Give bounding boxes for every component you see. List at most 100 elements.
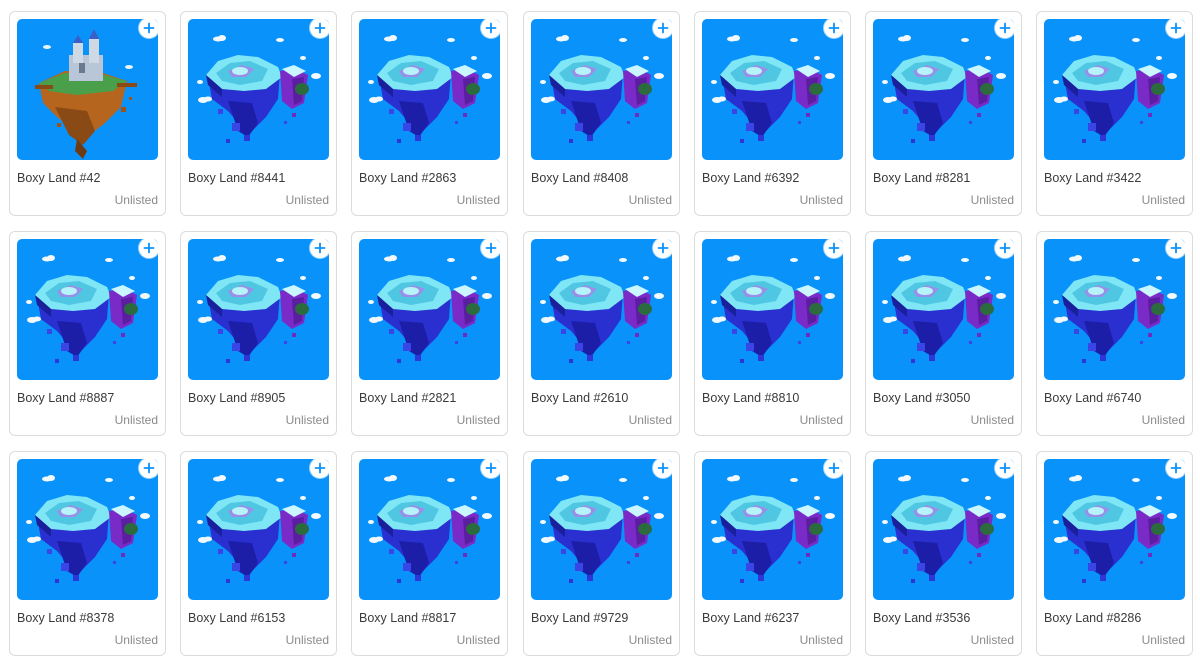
nft-card-10[interactable]: Boxy Land #2610 Unlisted (523, 231, 680, 436)
ice-island-artwork (1044, 239, 1185, 380)
add-to-collection-button[interactable] (1166, 238, 1186, 258)
add-to-collection-button[interactable] (824, 458, 844, 478)
add-to-collection-button[interactable] (481, 458, 501, 478)
nft-thumbnail[interactable] (188, 239, 329, 380)
nft-card-11[interactable]: Boxy Land #8810 Unlisted (694, 231, 851, 436)
nft-card-20[interactable]: Boxy Land #8286 Unlisted (1036, 451, 1193, 656)
nft-card-4[interactable]: Boxy Land #6392 Unlisted (694, 11, 851, 216)
add-to-collection-button[interactable] (139, 18, 159, 38)
nft-name: Boxy Land #2821 (359, 391, 457, 405)
nft-name: Boxy Land #2863 (359, 171, 457, 185)
nft-thumbnail[interactable] (702, 19, 843, 160)
nft-thumbnail[interactable] (188, 459, 329, 600)
nft-card-8[interactable]: Boxy Land #8905 Unlisted (180, 231, 337, 436)
add-to-collection-button[interactable] (310, 458, 330, 478)
listing-status: Unlisted (628, 193, 672, 207)
ice-island-artwork (188, 239, 329, 380)
nft-thumbnail[interactable] (1044, 19, 1185, 160)
add-to-collection-button[interactable] (653, 18, 673, 38)
nft-thumbnail[interactable] (359, 459, 500, 600)
nft-thumbnail[interactable] (17, 459, 158, 600)
add-to-collection-button[interactable] (995, 458, 1015, 478)
nft-thumbnail[interactable] (17, 19, 158, 160)
nft-thumbnail[interactable] (531, 459, 672, 600)
nft-thumbnail[interactable] (702, 459, 843, 600)
nft-thumbnail[interactable] (188, 19, 329, 160)
nft-name: Boxy Land #3536 (873, 611, 971, 625)
ice-island-artwork (531, 19, 672, 160)
add-to-collection-button[interactable] (995, 238, 1015, 258)
nft-name: Boxy Land #42 (17, 171, 101, 185)
plus-icon (143, 242, 155, 254)
nft-card-2[interactable]: Boxy Land #2863 Unlisted (351, 11, 508, 216)
plus-icon (999, 462, 1011, 474)
ice-island-artwork (359, 459, 500, 600)
nft-card-18[interactable]: Boxy Land #6237 Unlisted (694, 451, 851, 656)
listing-status: Unlisted (1141, 193, 1185, 207)
ice-island-artwork (359, 239, 500, 380)
listing-status: Unlisted (970, 413, 1014, 427)
nft-thumbnail[interactable] (1044, 459, 1185, 600)
nft-card-13[interactable]: Boxy Land #6740 Unlisted (1036, 231, 1193, 436)
add-to-collection-button[interactable] (310, 18, 330, 38)
nft-thumbnail[interactable] (359, 239, 500, 380)
plus-icon (143, 462, 155, 474)
nft-thumbnail[interactable] (873, 239, 1014, 380)
nft-name: Boxy Land #8378 (17, 611, 115, 625)
ice-island-artwork (531, 459, 672, 600)
ice-island-artwork (873, 19, 1014, 160)
nft-card-12[interactable]: Boxy Land #3050 Unlisted (865, 231, 1022, 436)
nft-card-9[interactable]: Boxy Land #2821 Unlisted (351, 231, 508, 436)
add-to-collection-button[interactable] (1166, 18, 1186, 38)
ice-island-artwork (188, 459, 329, 600)
listing-status: Unlisted (456, 633, 500, 647)
nft-thumbnail[interactable] (702, 239, 843, 380)
nft-card-15[interactable]: Boxy Land #6153 Unlisted (180, 451, 337, 656)
listing-status: Unlisted (799, 193, 843, 207)
nft-thumbnail[interactable] (531, 19, 672, 160)
add-to-collection-button[interactable] (310, 238, 330, 258)
nft-name: Boxy Land #3422 (1044, 171, 1142, 185)
add-to-collection-button[interactable] (995, 18, 1015, 38)
nft-card-1[interactable]: Boxy Land #8441 Unlisted (180, 11, 337, 216)
nft-card-6[interactable]: Boxy Land #3422 Unlisted (1036, 11, 1193, 216)
ice-island-artwork (873, 239, 1014, 380)
nft-card-16[interactable]: Boxy Land #8817 Unlisted (351, 451, 508, 656)
listing-status: Unlisted (456, 193, 500, 207)
nft-thumbnail[interactable] (1044, 239, 1185, 380)
nft-card-14[interactable]: Boxy Land #8378 Unlisted (9, 451, 166, 656)
nft-card-0[interactable]: Boxy Land #42 Unlisted (9, 11, 166, 216)
nft-thumbnail[interactable] (873, 19, 1014, 160)
nft-card-5[interactable]: Boxy Land #8281 Unlisted (865, 11, 1022, 216)
add-to-collection-button[interactable] (824, 18, 844, 38)
add-to-collection-button[interactable] (481, 18, 501, 38)
plus-icon (314, 242, 326, 254)
nft-thumbnail[interactable] (359, 19, 500, 160)
plus-icon (657, 22, 669, 34)
nft-name: Boxy Land #8905 (188, 391, 286, 405)
add-to-collection-button[interactable] (653, 458, 673, 478)
nft-card-17[interactable]: Boxy Land #9729 Unlisted (523, 451, 680, 656)
add-to-collection-button[interactable] (139, 238, 159, 258)
nft-card-19[interactable]: Boxy Land #3536 Unlisted (865, 451, 1022, 656)
add-to-collection-button[interactable] (139, 458, 159, 478)
listing-status: Unlisted (799, 413, 843, 427)
add-to-collection-button[interactable] (653, 238, 673, 258)
listing-status: Unlisted (1141, 633, 1185, 647)
add-to-collection-button[interactable] (481, 238, 501, 258)
plus-icon (828, 242, 840, 254)
nft-name: Boxy Land #2610 (531, 391, 629, 405)
plus-icon (657, 242, 669, 254)
nft-card-7[interactable]: Boxy Land #8887 Unlisted (9, 231, 166, 436)
ice-island-artwork (17, 239, 158, 380)
nft-card-3[interactable]: Boxy Land #8408 Unlisted (523, 11, 680, 216)
add-to-collection-button[interactable] (1166, 458, 1186, 478)
plus-icon (143, 22, 155, 34)
add-to-collection-button[interactable] (824, 238, 844, 258)
listing-status: Unlisted (285, 413, 329, 427)
plus-icon (1170, 462, 1182, 474)
nft-thumbnail[interactable] (531, 239, 672, 380)
nft-thumbnail[interactable] (17, 239, 158, 380)
nft-name: Boxy Land #6237 (702, 611, 800, 625)
nft-thumbnail[interactable] (873, 459, 1014, 600)
